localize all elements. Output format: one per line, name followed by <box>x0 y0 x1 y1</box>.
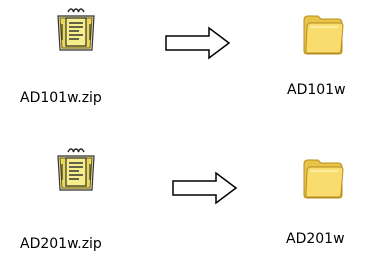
zip-file-name: AD201w.zip <box>20 236 102 252</box>
folder-icon <box>303 159 344 199</box>
zip-archive-icon <box>57 148 95 191</box>
folder-ad101w[interactable]: AD101w <box>270 0 377 115</box>
folder-name: AD101w <box>287 82 346 98</box>
right-arrow-icon <box>165 26 231 60</box>
folder-icon <box>303 15 344 55</box>
zip-file-ad201w[interactable]: AD201w.zip <box>0 140 160 264</box>
zip-archive-icon <box>57 8 95 51</box>
zip-file-name: AD101w.zip <box>20 90 102 106</box>
folder-ad201w[interactable]: AD201w <box>270 140 377 264</box>
zip-file-ad101w[interactable]: AD101w.zip <box>0 0 160 115</box>
right-arrow-icon <box>172 171 238 205</box>
folder-name: AD201w <box>286 231 345 247</box>
